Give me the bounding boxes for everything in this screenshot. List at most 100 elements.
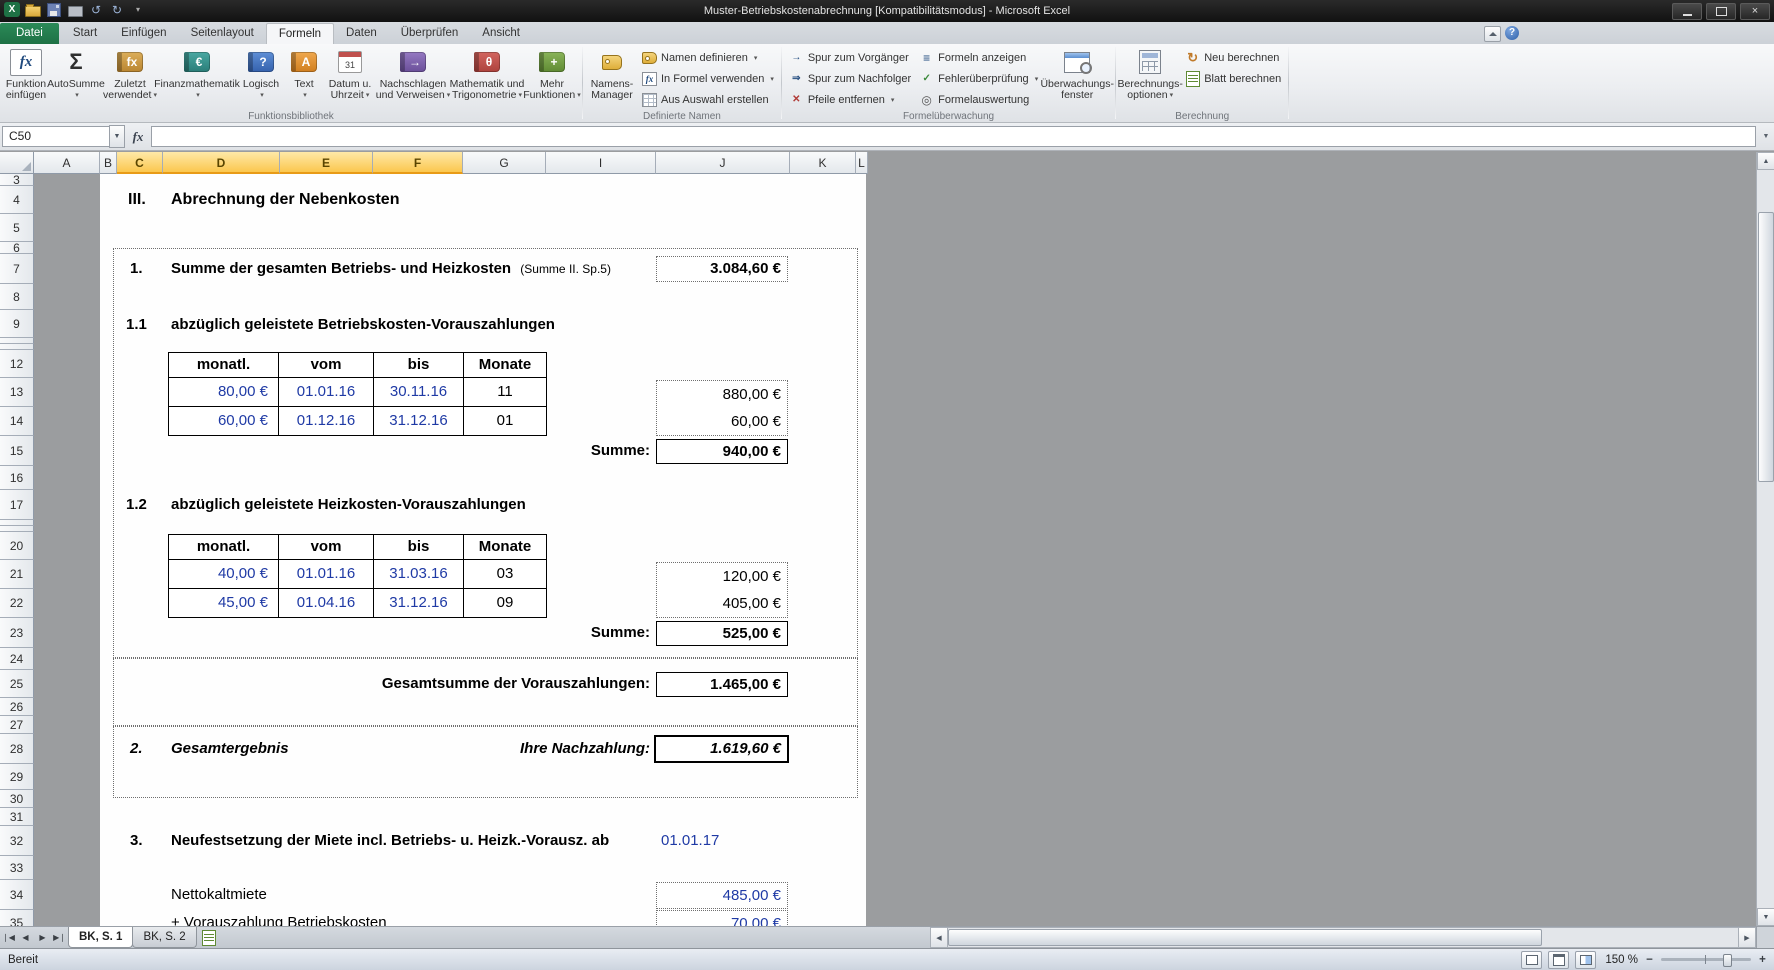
logical-button[interactable]: ? Logisch ▾ [237,46,285,110]
autosum-button[interactable]: Σ AutoSumme ▾ [47,46,105,110]
row-header-26[interactable]: 26 [0,698,34,716]
redo-icon[interactable]: ↻ [109,2,125,17]
column-header-G[interactable]: G [463,152,546,174]
column-header-D[interactable]: D [163,152,280,174]
cell-section2-title[interactable]: Gesamtergebnis [171,734,289,764]
horizontal-scrollbar[interactable]: ◀ ▶ [930,927,1756,948]
select-all-corner[interactable] [0,152,34,174]
row-header-27[interactable]: 27 [0,716,34,734]
insert-function-fx-icon[interactable]: fx [125,129,151,145]
cell-table2-value[interactable]: 120,00 € [657,563,787,590]
row-header-32[interactable]: 32 [0,826,34,856]
print-icon[interactable] [67,2,83,17]
previous-sheet-icon[interactable]: ◀ [17,927,34,948]
row-header-23[interactable]: 23 [0,618,34,648]
zoom-slider-thumb[interactable] [1723,954,1732,967]
row-header-21[interactable]: 21 [0,560,34,589]
table-cell[interactable]: 40,00 € [169,560,279,588]
next-sheet-icon[interactable]: ▶ [34,927,51,948]
help-icon[interactable]: ? [1505,26,1519,40]
evaluate-formula-button[interactable]: ◎ Formelauswertung [915,89,1042,110]
table-header-cell[interactable]: vom [279,535,374,559]
table-header-cell[interactable]: bis [374,353,464,377]
cell-nachzahlung-label[interactable]: Ihre Nachzahlung: [400,734,650,764]
table-header-cell[interactable]: monatl. [169,353,279,377]
view-page-break-button[interactable] [1575,950,1596,969]
error-checking-button[interactable]: ✓ Fehlerüberprüfung ▾ [915,68,1042,89]
cell-total-value[interactable]: 1.465,00 € [656,672,788,697]
table-header-cell[interactable]: Monate [464,353,546,377]
table-cell[interactable]: 01.04.16 [279,589,374,617]
cell-total-label[interactable]: Gesamtsumme der Vorauszahlungen: [280,670,650,698]
recently-used-button[interactable]: fx Zuletzt verwendet ▾ [103,46,157,110]
name-box[interactable]: C50 [2,126,109,147]
math-trig-button[interactable]: θ Mathematik und Trigonometrie ▾ [449,46,525,110]
table-cell[interactable]: 80,00 € [169,378,279,406]
table-header-cell[interactable]: vom [279,353,374,377]
table-cell[interactable]: 31.12.16 [374,589,464,617]
use-in-formula-button[interactable]: fx In Formel verwenden ▾ [638,68,778,89]
ribbon-tab-ansicht[interactable]: Ansicht [470,23,532,44]
cell-table1-value[interactable]: 60,00 € [657,408,787,435]
table-cell[interactable]: 01.12.16 [279,407,374,435]
ribbon-tab-einfügen[interactable]: Einfügen [109,23,178,44]
watch-window-button[interactable]: Überwachungs-fenster [1040,46,1114,110]
table-cell[interactable]: 03 [464,560,546,588]
zoom-in-icon[interactable]: + [1757,954,1768,966]
table-cell[interactable]: 30.11.16 [374,378,464,406]
view-page-layout-button[interactable] [1548,950,1569,969]
cell-nachzahlung-value[interactable]: 1.619,60 € [654,735,789,763]
row-header-20[interactable]: 20 [0,532,34,560]
expand-formula-bar-icon[interactable]: ▼ [1758,133,1774,140]
row-header-14[interactable]: 14 [0,407,34,436]
row-header-12[interactable]: 12 [0,350,34,378]
row-header-13[interactable]: 13 [0,378,34,407]
define-name-button[interactable]: Namen definieren ▾ [638,47,778,68]
cell-section3-title[interactable]: Abrechnung der Nebenkosten [171,186,399,214]
close-button[interactable]: × [1740,3,1770,20]
table-cell[interactable]: 09 [464,589,546,617]
row-header-9[interactable]: 9 [0,310,34,338]
sheet-tab-bk-s-2[interactable]: BK, S. 2 [132,927,197,948]
row-header-17[interactable]: 17 [0,490,34,520]
column-header-K[interactable]: K [790,152,856,174]
ribbon-tab-start[interactable]: Start [61,23,109,44]
row-header-34[interactable]: 34 [0,880,34,910]
text-button[interactable]: A Text ▾ [285,46,323,110]
column-header-B[interactable]: B [100,152,117,174]
row-header-29[interactable]: 29 [0,764,34,790]
cell-item3-number[interactable]: 3. [130,826,143,856]
cell-rent-value[interactable]: 485,00 € [656,882,788,909]
row-header-31[interactable]: 31 [0,808,34,826]
row-header-4[interactable]: 4 [0,186,34,214]
row-header-33[interactable]: 33 [0,856,34,880]
calculate-sheet-button[interactable]: Blatt berechnen [1181,68,1285,89]
cell-section3-number[interactable]: III. [128,186,146,214]
scroll-down-icon[interactable]: ▼ [1757,908,1774,926]
table-cell[interactable]: 01 [464,407,546,435]
zoom-slider[interactable] [1661,954,1751,967]
cell-bk-value[interactable]: 70,00 € [656,910,788,926]
column-header-E[interactable]: E [280,152,373,174]
cell-summe1-label[interactable]: Summe: [460,436,650,466]
name-box-dropdown-icon[interactable]: ▼ [109,125,125,148]
row-header-5[interactable]: 5 [0,214,34,242]
cell-table1-value[interactable]: 880,00 € [657,381,787,408]
excel-logo-icon[interactable]: X [4,2,20,17]
row-header-15[interactable]: 15 [0,436,34,466]
cell-item3-date[interactable]: 01.01.17 [661,826,719,856]
save-icon[interactable] [46,2,62,17]
table-header-cell[interactable]: monatl. [169,535,279,559]
row-header-28[interactable]: 28 [0,734,34,764]
sheet-tab-bk-s-1[interactable]: BK, S. 1 [68,927,134,948]
horizontal-scrollbar-thumb[interactable] [948,929,1542,946]
formula-input[interactable] [151,126,1756,147]
open-icon[interactable] [25,2,41,17]
create-from-selection-button[interactable]: Aus Auswahl erstellen [638,89,778,110]
financial-button[interactable]: € Finanzmathematik ▾ [154,46,240,110]
insert-worksheet-tab[interactable] [196,927,222,948]
scroll-left-icon[interactable]: ◀ [930,927,948,948]
row-header-6[interactable]: 6 [0,242,34,254]
table-cell[interactable]: 01.01.16 [279,378,374,406]
row-header-7[interactable]: 7 [0,254,34,284]
